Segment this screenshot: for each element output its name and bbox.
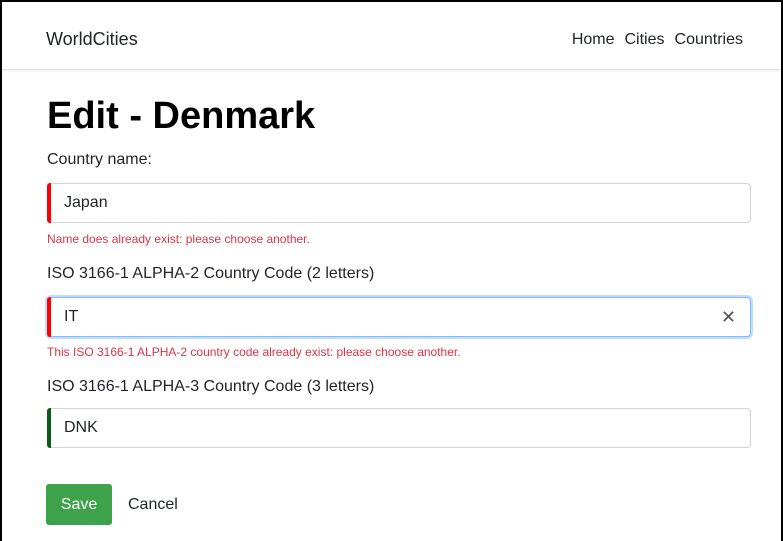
edit-form: Edit - Denmark Country name: Name does a… [47, 92, 753, 448]
iso2-label: ISO 3166-1 ALPHA-2 Country Code (2 lette… [47, 265, 375, 282]
nav-link-cities[interactable]: Cities [625, 31, 665, 49]
brand-link[interactable]: WorldCities [46, 29, 138, 50]
nav-link-countries[interactable]: Countries [675, 31, 743, 49]
navbar: WorldCities Home Cities Countries [2, 2, 781, 70]
save-button[interactable]: Save [46, 484, 112, 525]
page-title: Edit - Denmark [47, 95, 316, 137]
iso2-error: This ISO 3166-1 ALPHA-2 country code alr… [47, 345, 461, 359]
iso3-label: ISO 3166-1 ALPHA-3 Country Code (3 lette… [47, 378, 375, 395]
nav-links: Home Cities Countries [562, 31, 743, 49]
country-name-error: Name does already exist: please choose a… [47, 232, 310, 246]
app-window: WorldCities Home Cities Countries Edit -… [0, 0, 783, 541]
country-name-input[interactable] [64, 184, 704, 222]
iso2-field: ✕ [47, 297, 751, 337]
iso2-input[interactable] [64, 298, 704, 336]
iso3-input[interactable] [64, 409, 704, 447]
valid-indicator [47, 408, 51, 448]
invalid-indicator [47, 183, 51, 223]
country-name-label: Country name: [47, 151, 152, 168]
country-name-field [47, 183, 751, 223]
cancel-button[interactable]: Cancel [128, 496, 178, 514]
invalid-indicator [47, 297, 51, 337]
iso3-field [47, 408, 751, 448]
nav-link-home[interactable]: Home [572, 31, 615, 49]
close-icon[interactable]: ✕ [721, 307, 736, 327]
